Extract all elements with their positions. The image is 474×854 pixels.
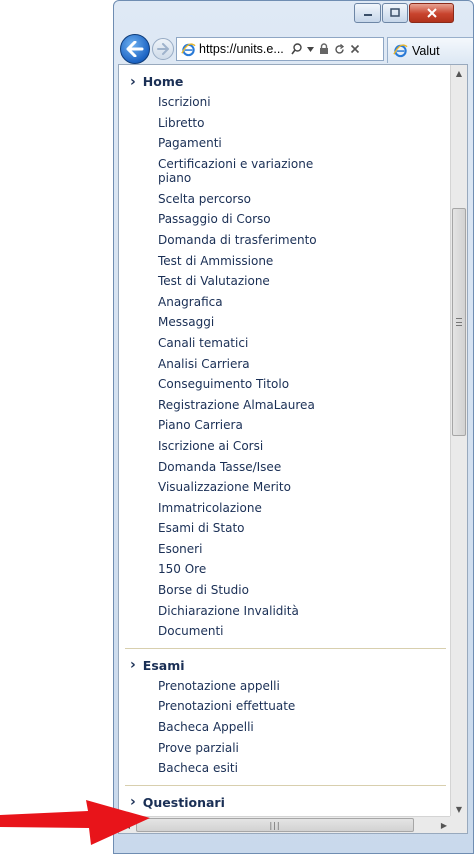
menu-item[interactable]: Immatricolazione bbox=[119, 498, 452, 519]
menu-item[interactable]: Test di Ammissione bbox=[119, 251, 452, 272]
horizontal-scrollbar[interactable]: ◀ ||| ▶ bbox=[119, 816, 452, 833]
menu-item[interactable]: Pagamenti bbox=[119, 133, 452, 154]
forward-arrow-icon bbox=[157, 43, 169, 55]
lock-icon[interactable] bbox=[319, 43, 329, 55]
menu-item[interactable]: Registrazione AlmaLaurea bbox=[119, 395, 452, 416]
menu-item[interactable]: Esami di Stato bbox=[119, 518, 452, 539]
menu-item[interactable]: Iscrizione ai Corsi bbox=[119, 436, 452, 457]
scrollbar-corner bbox=[450, 816, 467, 833]
menu-item[interactable]: Analisi Carriera bbox=[119, 354, 452, 375]
menu-separator bbox=[125, 647, 446, 649]
menu-section-questionari[interactable]: › Questionari bbox=[119, 792, 452, 813]
menu-item[interactable]: Anagrafica bbox=[119, 292, 452, 313]
menu-item[interactable]: Documenti bbox=[119, 621, 452, 642]
horizontal-scroll-thumb[interactable]: ||| bbox=[136, 818, 414, 832]
close-button[interactable] bbox=[409, 3, 454, 23]
menu-separator bbox=[125, 784, 446, 786]
grip-icon bbox=[456, 318, 462, 326]
browser-window: https://units.e... Valut › Home Iscrizio… bbox=[113, 0, 474, 854]
address-tools bbox=[291, 43, 360, 55]
menu-item[interactable]: Libretto bbox=[119, 113, 452, 134]
scroll-up-arrow-icon[interactable]: ▲ bbox=[451, 65, 467, 82]
red-pointer-arrow-icon bbox=[0, 800, 150, 845]
menu-item[interactable]: Dichiarazione Invalidità bbox=[119, 601, 452, 622]
menu-item[interactable]: Iscrizioni bbox=[119, 92, 452, 113]
menu-item[interactable]: Piano Carriera bbox=[119, 415, 452, 436]
menu-item[interactable]: Visualizzazione Merito bbox=[119, 477, 452, 498]
menu-section-title: Home bbox=[142, 74, 184, 89]
tab-ie-icon bbox=[393, 44, 408, 58]
menu-item[interactable]: Canali tematici bbox=[119, 333, 452, 354]
menu-item[interactable]: Bacheca Appelli bbox=[119, 717, 452, 738]
search-icon[interactable] bbox=[291, 43, 302, 55]
menu-section-home[interactable]: › Home bbox=[119, 71, 452, 92]
forward-button[interactable] bbox=[152, 38, 174, 60]
vertical-scrollbar[interactable]: ▲ ▼ bbox=[450, 65, 467, 818]
page-viewport: › Home Iscrizioni Libretto Pagamenti Certific… bbox=[118, 64, 468, 834]
menu-item[interactable]: Domanda Tasse/Isee bbox=[119, 457, 452, 478]
side-menu: › Home Iscrizioni Libretto Pagamenti Certific… bbox=[119, 71, 452, 833]
chevron-right-icon: › bbox=[130, 73, 136, 90]
menu-item[interactable]: Bacheca esiti bbox=[119, 758, 452, 779]
menu-section-esami[interactable]: › Esami bbox=[119, 655, 452, 676]
menu-item[interactable]: Domanda di trasferimento bbox=[119, 230, 452, 251]
navigation-bar: https://units.e... Valut bbox=[114, 31, 473, 64]
close-icon bbox=[426, 8, 437, 18]
menu-item[interactable]: Prenotazione appelli bbox=[119, 676, 452, 697]
menu-item[interactable]: Conseguimento Titolo bbox=[119, 374, 452, 395]
minimize-button[interactable] bbox=[354, 3, 381, 23]
dropdown-icon[interactable] bbox=[306, 46, 314, 52]
menu-item[interactable]: 150 Ore bbox=[119, 559, 452, 580]
menu-item[interactable]: Borse di Studio bbox=[119, 580, 452, 601]
maximize-button[interactable] bbox=[382, 3, 408, 23]
ie-page-icon bbox=[181, 42, 196, 56]
chevron-right-icon: › bbox=[130, 657, 136, 674]
refresh-icon[interactable] bbox=[334, 43, 345, 55]
menu-item[interactable]: Esoneri bbox=[119, 539, 452, 560]
address-bar[interactable]: https://units.e... bbox=[176, 37, 384, 61]
menu-section-title: Esami bbox=[142, 657, 185, 673]
address-url: https://units.e... bbox=[199, 42, 284, 56]
minimize-icon bbox=[363, 14, 372, 16]
back-button[interactable] bbox=[120, 34, 150, 64]
menu-item[interactable]: Test di Valutazione bbox=[119, 271, 452, 292]
menu-item[interactable]: Prenotazioni effettuate bbox=[119, 696, 452, 717]
stop-icon[interactable] bbox=[350, 44, 360, 54]
menu-item[interactable]: Certificazioni e variazione piano bbox=[119, 154, 349, 189]
maximize-icon bbox=[390, 8, 400, 17]
vertical-scroll-thumb[interactable] bbox=[452, 208, 466, 436]
menu-item[interactable]: Passaggio di Corso bbox=[119, 209, 452, 230]
menu-item[interactable]: Scelta percorso bbox=[119, 189, 452, 210]
back-arrow-icon bbox=[126, 41, 144, 57]
menu-item[interactable]: Prove parziali bbox=[119, 738, 452, 759]
menu-section-title: Questionari bbox=[142, 794, 225, 810]
menu-item[interactable]: Messaggi bbox=[119, 312, 452, 333]
title-bar bbox=[114, 1, 473, 31]
tab-title: Valut bbox=[412, 43, 440, 58]
browser-tab[interactable]: Valut bbox=[387, 37, 473, 63]
